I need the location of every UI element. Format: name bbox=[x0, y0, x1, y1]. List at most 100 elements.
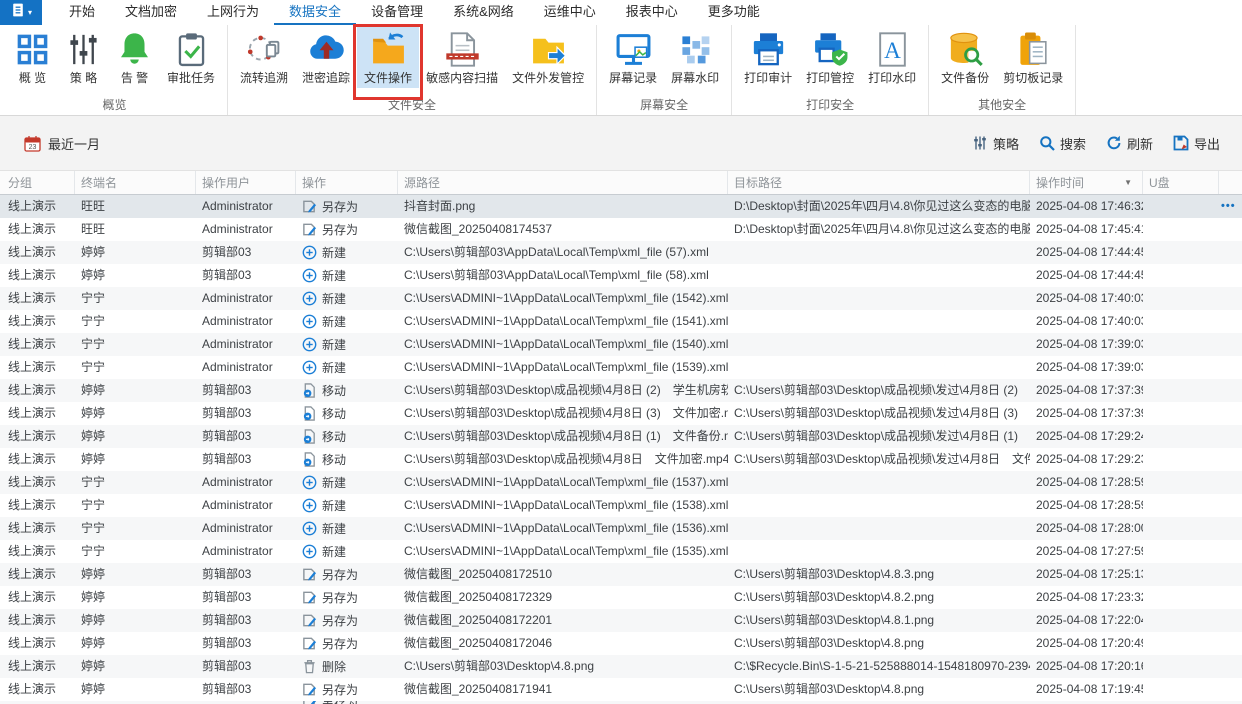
ribbon-button-approval-clipboard[interactable]: 审批任务 bbox=[160, 27, 222, 88]
sort-indicator-icon[interactable]: ▼ bbox=[1124, 178, 1132, 187]
cell-extra bbox=[1219, 540, 1242, 563]
menu-item-2[interactable]: 上网行为 bbox=[192, 0, 274, 25]
cell-extra bbox=[1219, 310, 1242, 333]
table-row[interactable]: 线上演示婷婷剪辑部03另存为微信截图_20250408172201C:\User… bbox=[0, 609, 1242, 632]
ribbon-button-label: 屏幕水印 bbox=[671, 71, 719, 85]
cell-terminal: 婷婷 bbox=[75, 655, 196, 678]
column-header-3[interactable]: 操作 bbox=[296, 171, 398, 194]
column-header-8[interactable] bbox=[1219, 171, 1242, 194]
cell-source: 微信截图_20250408172201 bbox=[398, 609, 728, 632]
cell-user: 剪辑部03 bbox=[196, 609, 296, 632]
table-row[interactable]: 线上演示婷婷剪辑部03删除C:\Users\剪辑部03\Desktop\4.8.… bbox=[0, 655, 1242, 678]
table-row[interactable]: 线上演示宁宁Administrator新建C:\Users\ADMINI~1\A… bbox=[0, 333, 1242, 356]
table-row[interactable]: 线上演示宁宁Administrator新建C:\Users\ADMINI~1\A… bbox=[0, 310, 1242, 333]
ribbon-button-file-backup[interactable]: 文件备份 bbox=[934, 27, 996, 88]
menu-item-6[interactable]: 运维中心 bbox=[529, 0, 611, 25]
cell-extra bbox=[1219, 563, 1242, 586]
cell-group: 线上演示 bbox=[0, 494, 75, 517]
date-range-filter[interactable]: 23 最近一月 bbox=[24, 134, 100, 153]
menubar: ▾ 开始文档加密上网行为数据安全设备管理系统&网络运维中心报表中心更多功能 bbox=[0, 0, 1242, 25]
cell-usb bbox=[1143, 195, 1219, 218]
table-row[interactable]: 线上演示婷婷剪辑部03另存为微信截图_20250408171941C:\User… bbox=[0, 678, 1242, 701]
menu-item-4[interactable]: 设备管理 bbox=[356, 0, 438, 25]
column-header-5[interactable]: 目标路径 bbox=[728, 171, 1030, 194]
ribbon-button-overview-grid[interactable]: 概 览 bbox=[7, 27, 58, 88]
table-row[interactable]: 线上演示婷婷剪辑部03另存为微信截图_20250408172510C:\User… bbox=[0, 563, 1242, 586]
ribbon: 概 览策 略告 警审批任务概览流转追溯泄密追踪文件操作敏感内容扫描文件外发管控文… bbox=[0, 25, 1242, 116]
operation-label: 新建 bbox=[322, 518, 346, 540]
ribbon-button-leak-cloud[interactable]: 泄密追踪 bbox=[295, 27, 357, 88]
cell-usb bbox=[1143, 310, 1219, 333]
table-row[interactable]: 线上演示婷婷剪辑部03新建C:\Users\剪辑部03\AppData\Loca… bbox=[0, 241, 1242, 264]
table-row[interactable]: 线上演示宁宁Administrator新建C:\Users\ADMINI~1\A… bbox=[0, 517, 1242, 540]
table-row[interactable]: 线上演示婷婷剪辑部03另存为微信截图_20250408172329C:\User… bbox=[0, 586, 1242, 609]
ribbon-group-label: 其他安全 bbox=[934, 97, 1070, 115]
screen-record-icon bbox=[615, 31, 652, 68]
row-menu-icon[interactable]: ••• bbox=[1219, 195, 1242, 218]
cell-usb bbox=[1143, 333, 1219, 356]
menu-item-0[interactable]: 开始 bbox=[54, 0, 110, 25]
table-row[interactable]: 线上演示宁宁Administrator新建C:\Users\ADMINI~1\A… bbox=[0, 287, 1242, 310]
ribbon-button-screen-record[interactable]: 屏幕记录 bbox=[602, 27, 664, 88]
table-row[interactable]: 线上演示婷婷剪辑部03移动C:\Users\剪辑部03\Desktop\成品视频… bbox=[0, 402, 1242, 425]
table-row[interactable]: 线上演示婷婷剪辑部03移动C:\Users\剪辑部03\Desktop\成品视频… bbox=[0, 425, 1242, 448]
menu-item-5[interactable]: 系统&网络 bbox=[438, 0, 529, 25]
table-row[interactable]: 线上演示宁宁Administrator新建C:\Users\ADMINI~1\A… bbox=[0, 356, 1242, 379]
ribbon-button-flow-trace[interactable]: 流转追溯 bbox=[233, 27, 295, 88]
ribbon-button-sensitive-scan[interactable]: 敏感内容扫描 bbox=[419, 27, 505, 88]
column-header-7[interactable]: U盘 bbox=[1143, 171, 1219, 194]
ribbon-button-screen-watermark[interactable]: 屏幕水印 bbox=[664, 27, 726, 88]
svg-text:23: 23 bbox=[29, 144, 37, 151]
app-menu-button[interactable]: ▾ bbox=[0, 0, 42, 25]
operation-cell: 新建 bbox=[296, 287, 398, 310]
operation-label: 新建 bbox=[322, 541, 346, 563]
ribbon-button-alert-bell[interactable]: 告 警 bbox=[109, 27, 160, 88]
cell-user: Administrator bbox=[196, 218, 296, 241]
toolbar-label: 策略 bbox=[993, 134, 1019, 153]
cell-extra bbox=[1219, 448, 1242, 471]
column-header-1[interactable]: 终端名 bbox=[75, 171, 196, 194]
cell-source: C:\Users\ADMINI~1\AppData\Local\Temp\xml… bbox=[398, 310, 728, 333]
column-header-4[interactable]: 源路径 bbox=[398, 171, 728, 194]
cell-usb bbox=[1143, 586, 1219, 609]
ribbon-button-print-control[interactable]: 打印管控 bbox=[799, 27, 861, 88]
operation-cell: 新建 bbox=[296, 333, 398, 356]
operation-label: 新建 bbox=[322, 357, 346, 379]
ribbon-button-file-send-folder[interactable]: 文件外发管控 bbox=[505, 27, 591, 88]
table-row[interactable]: 线上演示旺旺Administrator另存为微信截图_2025040817453… bbox=[0, 218, 1242, 241]
ribbon-button-print-audit[interactable]: 打印审计 bbox=[737, 27, 799, 88]
cell-source: C:\Users\剪辑部03\Desktop\4.8.png bbox=[398, 655, 728, 678]
ribbon-button-policy-sliders[interactable]: 策 略 bbox=[58, 27, 109, 88]
ribbon-button-file-ops-folder[interactable]: 文件操作 bbox=[357, 27, 419, 88]
table-row[interactable]: 线上演示婷婷剪辑部03移动C:\Users\剪辑部03\Desktop\成品视频… bbox=[0, 448, 1242, 471]
table-row[interactable]: 线上演示旺旺Administrator另存为抖音封面.pngD:\Desktop… bbox=[0, 195, 1242, 218]
menu-item-3[interactable]: 数据安全 bbox=[274, 0, 356, 25]
cell-group: 线上演示 bbox=[0, 540, 75, 563]
column-header-6[interactable]: 操作时间▼ bbox=[1030, 171, 1143, 194]
cell-usb bbox=[1143, 287, 1219, 310]
ribbon-group-1: 流转追溯泄密追踪文件操作敏感内容扫描文件外发管控文件安全 bbox=[228, 25, 597, 115]
new-icon bbox=[302, 268, 317, 283]
toolbar-policy-button[interactable]: 策略 bbox=[972, 134, 1019, 153]
table-row[interactable]: 线上演示婷婷剪辑部03另存为微信截图_20250408172046C:\User… bbox=[0, 632, 1242, 655]
menu-item-7[interactable]: 报表中心 bbox=[611, 0, 693, 25]
column-header-0[interactable]: 分组 bbox=[0, 171, 75, 194]
toolbar-refresh-button[interactable]: 刷新 bbox=[1106, 134, 1153, 153]
column-header-2[interactable]: 操作用户 bbox=[196, 171, 296, 194]
toolbar-search-button[interactable]: 搜索 bbox=[1039, 134, 1086, 153]
cell-user: 剪辑部03 bbox=[196, 448, 296, 471]
table-row[interactable]: 线上演示宁宁Administrator新建C:\Users\ADMINI~1\A… bbox=[0, 494, 1242, 517]
ribbon-button-clipboard-record[interactable]: 剪切板记录 bbox=[996, 27, 1070, 88]
toolbar-export-button[interactable]: 导出 bbox=[1173, 134, 1220, 153]
menu-item-1[interactable]: 文档加密 bbox=[110, 0, 192, 25]
ribbon-button-label: 敏感内容扫描 bbox=[426, 71, 498, 85]
ribbon-button-label: 打印审计 bbox=[744, 71, 792, 85]
ribbon-button-print-watermark[interactable]: A打印水印 bbox=[861, 27, 923, 88]
table-row[interactable]: 线上演示婷婷剪辑部03新建C:\Users\剪辑部03\AppData\Loca… bbox=[0, 264, 1242, 287]
table-row[interactable]: 线上演示宁宁Administrator新建C:\Users\ADMINI~1\A… bbox=[0, 471, 1242, 494]
table-row[interactable]: 线上演示宁宁Administrator新建C:\Users\ADMINI~1\A… bbox=[0, 540, 1242, 563]
table-row[interactable]: 线上演示婷婷剪辑部03移动C:\Users\剪辑部03\Desktop\成品视频… bbox=[0, 379, 1242, 402]
menu-item-8[interactable]: 更多功能 bbox=[693, 0, 775, 25]
operation-label: 新建 bbox=[322, 242, 346, 264]
column-label: U盘 bbox=[1149, 174, 1170, 191]
